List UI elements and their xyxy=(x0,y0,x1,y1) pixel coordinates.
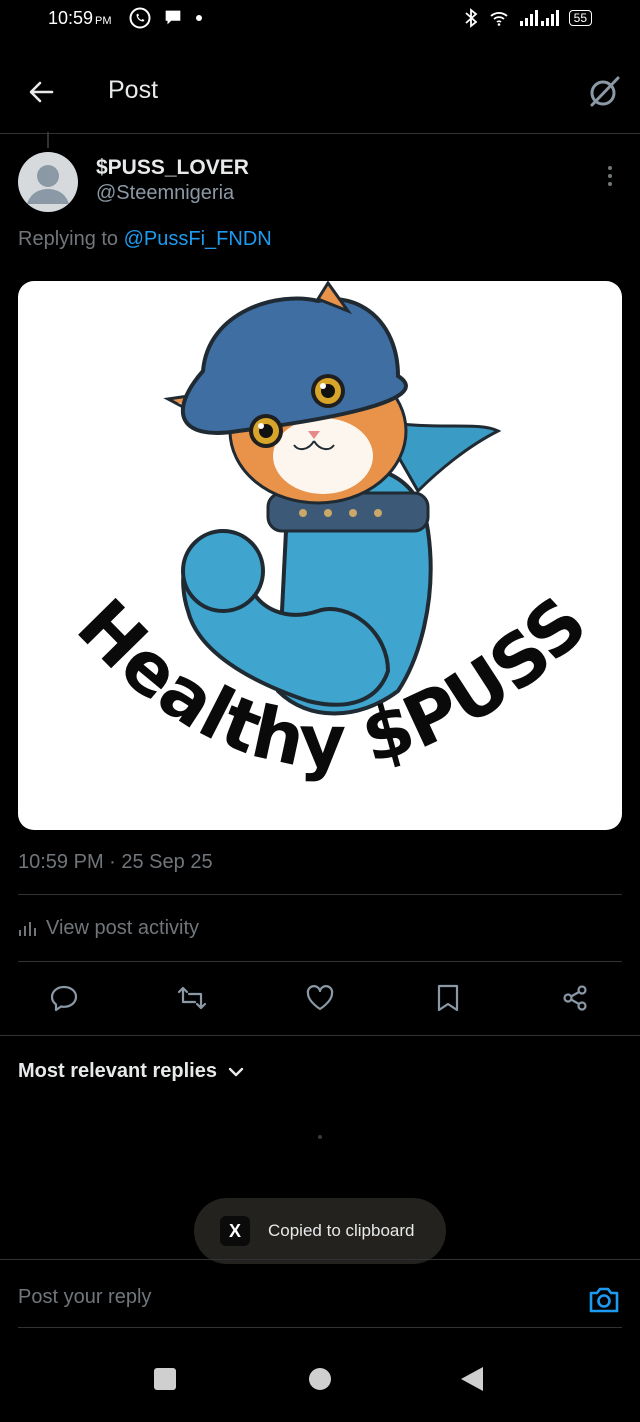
system-nav-bar xyxy=(0,1350,640,1410)
reply-button[interactable] xyxy=(44,978,84,1018)
share-button[interactable] xyxy=(555,978,595,1018)
chat-bubble-icon xyxy=(165,10,181,25)
wifi-icon xyxy=(490,12,508,26)
analytics-icon xyxy=(19,921,36,936)
timestamp-divider xyxy=(18,894,622,895)
cat-illustration: Healthy $PUSS xyxy=(61,281,603,783)
avatar[interactable] xyxy=(18,152,78,212)
repost-icon xyxy=(177,986,207,1010)
user-handle[interactable]: @Steemnigeria xyxy=(96,182,234,205)
bookmark-button[interactable] xyxy=(428,978,468,1018)
status-time: 10:59 PM xyxy=(48,8,112,28)
arrow-left-icon xyxy=(29,81,54,103)
header-divider xyxy=(0,133,640,134)
replies-sort-label: Most relevant replies xyxy=(18,1060,217,1082)
replying-to-link[interactable]: @PussFi_FNDN xyxy=(124,228,272,250)
repost-button[interactable] xyxy=(172,978,212,1018)
heart-icon xyxy=(306,985,334,1011)
replying-to: Replying to @PussFi_FNDN xyxy=(18,228,272,250)
toast-notification: X Copied to clipboard xyxy=(194,1198,446,1264)
thread-line xyxy=(47,132,49,148)
default-avatar-icon xyxy=(27,165,69,204)
grok-button[interactable] xyxy=(584,72,624,112)
bookmark-icon xyxy=(437,984,459,1012)
share-icon xyxy=(563,985,587,1011)
like-button[interactable] xyxy=(300,978,340,1018)
more-vertical-icon xyxy=(608,166,612,186)
reply-input[interactable]: Post your reply xyxy=(18,1286,151,1309)
back-nav-button[interactable] xyxy=(459,1365,485,1393)
replies-sort-dropdown[interactable]: Most relevant replies xyxy=(18,1060,245,1083)
home-button[interactable] xyxy=(308,1367,332,1391)
bluetooth-icon xyxy=(465,8,478,28)
composer-top-divider xyxy=(0,1259,640,1260)
recent-apps-button[interactable] xyxy=(153,1367,177,1391)
whatsapp-icon xyxy=(129,7,151,29)
battery-indicator: 55 xyxy=(568,10,592,26)
actions-divider xyxy=(0,1035,640,1036)
activity-label: View post activity xyxy=(46,917,200,939)
camera-icon xyxy=(589,1287,619,1313)
camera-button[interactable] xyxy=(586,1282,622,1318)
activity-divider xyxy=(18,961,622,962)
reply-icon xyxy=(50,985,78,1012)
composer-bottom-divider xyxy=(18,1327,622,1328)
x-logo-icon: X xyxy=(220,1216,250,1246)
system-icons: 55 xyxy=(463,8,592,28)
view-post-activity[interactable]: View post activity xyxy=(18,917,199,940)
toast-text: Copied to clipboard xyxy=(268,1221,415,1240)
chevron-down-icon xyxy=(228,1067,244,1076)
page-title: Post xyxy=(108,76,159,104)
post-image[interactable]: Healthy $PUSS xyxy=(18,281,622,830)
grok-icon xyxy=(590,76,620,107)
loading-indicator xyxy=(318,1135,322,1139)
action-bar xyxy=(0,978,640,1018)
back-button[interactable] xyxy=(26,76,58,108)
notification-icons xyxy=(128,6,204,30)
dot-icon xyxy=(196,15,202,21)
signal-icon xyxy=(519,10,559,26)
more-options-button[interactable] xyxy=(598,160,622,192)
post-timestamp: 10:59 PM · 25 Sep 25 xyxy=(18,851,213,873)
display-name[interactable]: $PUSS_LOVER xyxy=(96,156,249,180)
